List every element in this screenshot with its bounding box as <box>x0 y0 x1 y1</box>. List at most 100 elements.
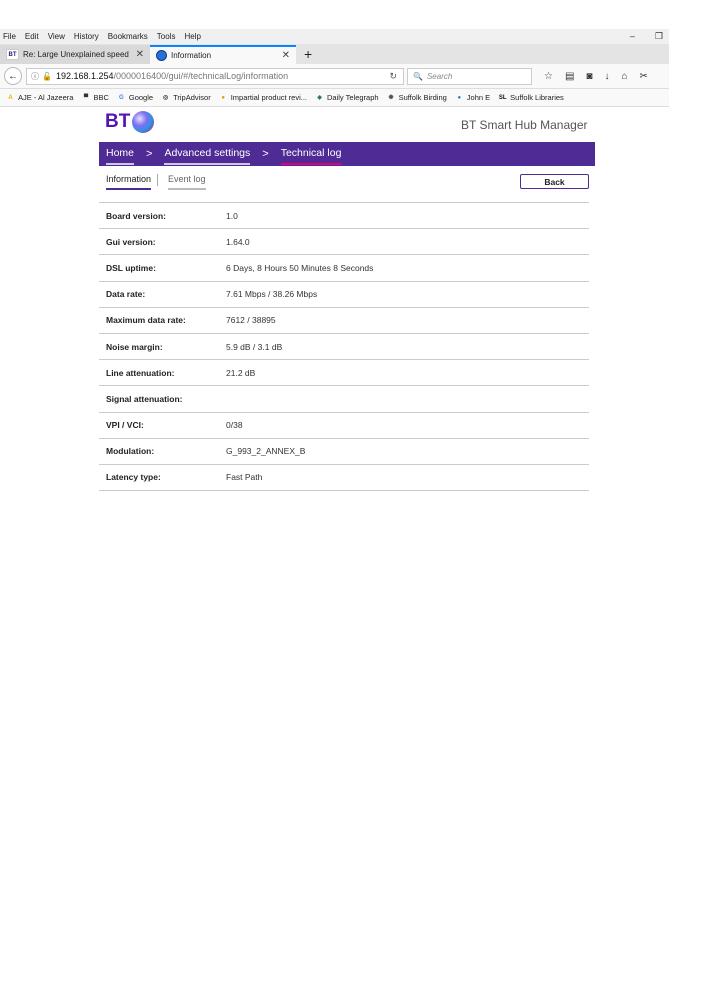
bookmark-label: Impartial product revi... <box>230 93 307 102</box>
bookmark-item[interactable]: ● Impartial product revi... <box>219 93 307 102</box>
row-value: Fast Path <box>226 472 263 483</box>
back-button[interactable]: Back <box>520 174 589 189</box>
row-label: Data rate: <box>106 289 146 300</box>
table-row: Signal attenuation: <box>99 386 589 413</box>
insecure-lock-icon[interactable]: 🔓 <box>42 72 52 81</box>
bookmark-favicon-icon: G <box>119 94 124 101</box>
row-value: 21.2 dB <box>226 367 256 378</box>
home-icon[interactable]: ⌂ <box>621 71 627 82</box>
bookmark-item[interactable]: ✺ Suffolk Birding <box>387 93 447 102</box>
library-icon[interactable]: ▤ <box>565 71 574 82</box>
bookmark-star-icon[interactable]: ☆ <box>544 71 553 82</box>
bookmarks-toolbar: A AJE - Al Jazeera ▀ BBC G Google ◎ TripAdvisor… <box>0 89 669 107</box>
menu-view[interactable]: View <box>48 32 65 41</box>
row-label: Modulation: <box>106 446 155 457</box>
bookmark-item[interactable]: ● John E <box>455 93 490 102</box>
bookmark-favicon-icon: ● <box>457 94 462 101</box>
bookmark-favicon-icon: ◈ <box>317 95 322 101</box>
row-value: 7612 / 38895 <box>226 315 276 326</box>
page-title: BT Smart Hub Manager <box>461 118 588 132</box>
row-value: 5.9 dB / 3.1 dB <box>226 341 283 352</box>
table-row: Noise margin: 5.9 dB / 3.1 dB <box>99 334 589 361</box>
row-value: 0/38 <box>226 420 243 431</box>
table-row: Latency type: Fast Path <box>99 465 589 492</box>
row-value: 1.0 <box>226 210 238 221</box>
tab-bar: BT Re: Large Unexplained speed ✕ Informa… <box>0 44 669 64</box>
bookmark-item[interactable]: ◈ Daily Telegraph <box>315 93 379 102</box>
search-input[interactable]: 🔍 Search <box>407 67 532 85</box>
menu-file[interactable]: File <box>3 32 16 41</box>
new-tab-icon[interactable]: + <box>304 46 312 62</box>
search-icon: 🔍 <box>413 71 423 81</box>
bookmark-favicon-icon: A <box>8 94 13 101</box>
row-label: DSL uptime: <box>106 262 156 273</box>
page-content: BT BT Smart Hub Manager Home > Advanced … <box>0 107 669 515</box>
chevron-right-icon: > <box>262 148 269 160</box>
browser-window: File Edit View History Bookmarks Tools H… <box>0 29 669 515</box>
row-value: 1.64.0 <box>226 236 250 247</box>
bookmark-favicon-icon: SL <box>498 94 507 101</box>
nav-toolbar: ← ⓘ 🔓 192.168.1.254 /0000016400/gui/#/te… <box>0 64 669 89</box>
table-row: Data rate: 7.61 Mbps / 38.26 Mbps <box>99 282 589 308</box>
bookmark-item[interactable]: A AJE - Al Jazeera <box>6 93 73 102</box>
row-value: G_993_2_ANNEX_B <box>226 446 306 457</box>
row-value: 6 Days, 8 Hours 50 Minutes 8 Seconds <box>226 262 374 273</box>
minimize-button[interactable]: – <box>630 31 635 42</box>
breadcrumb-advanced-settings[interactable]: Advanced settings <box>164 147 251 165</box>
window-controls: – ❐ <box>630 31 663 42</box>
row-label: Board version: <box>106 210 166 221</box>
screenshot-icon[interactable]: ✂ <box>640 71 648 82</box>
tab-information[interactable]: Information ✕ <box>150 45 296 64</box>
close-icon[interactable]: ✕ <box>136 49 144 60</box>
table-row: Line attenuation: 21.2 dB <box>99 360 589 387</box>
breadcrumb-technical-log[interactable]: Technical log <box>280 147 342 165</box>
globe-favicon-icon <box>156 50 167 61</box>
row-label: Maximum data rate: <box>106 315 186 326</box>
url-host: 192.168.1.254 <box>55 71 114 81</box>
close-icon[interactable]: ✕ <box>282 50 290 61</box>
tab-information[interactable]: Information <box>106 174 152 190</box>
tab-forum[interactable]: BT Re: Large Unexplained speed ✕ <box>0 45 150 64</box>
tab-title: Re: Large Unexplained speed <box>23 50 129 59</box>
row-label: Line attenuation: <box>106 367 175 378</box>
menu-bookmarks[interactable]: Bookmarks <box>108 32 148 41</box>
toolbar-icons: ☆ ▤ ◙ ↓ ⌂ ✂ <box>544 71 648 82</box>
bookmark-label: BBC <box>93 93 109 102</box>
menu-edit[interactable]: Edit <box>25 32 39 41</box>
tab-divider <box>157 174 159 186</box>
breadcrumb-home[interactable]: Home <box>106 147 135 165</box>
bookmark-item[interactable]: ◎ TripAdvisor <box>161 93 211 102</box>
bt-logo[interactable]: BT <box>105 111 155 133</box>
breadcrumb: Home > Advanced settings > Technical log <box>99 142 595 166</box>
bookmark-favicon-icon: ✺ <box>388 95 394 101</box>
menu-tools[interactable]: Tools <box>157 32 176 41</box>
bookmark-favicon-icon: ● <box>221 94 226 101</box>
pocket-icon[interactable]: ◙ <box>586 71 592 82</box>
bookmark-item[interactable]: ▀ BBC <box>81 93 109 102</box>
download-icon[interactable]: ↓ <box>604 71 609 82</box>
back-arrow-icon[interactable]: ← <box>4 67 22 85</box>
bookmark-item[interactable]: SL Suffolk Libraries <box>498 93 564 102</box>
menu-help[interactable]: Help <box>184 32 200 41</box>
menu-history[interactable]: History <box>74 32 99 41</box>
table-row: Modulation: G_993_2_ANNEX_B <box>99 439 589 465</box>
row-label: Latency type: <box>106 472 161 483</box>
bt-orb-icon <box>132 111 155 133</box>
bookmark-item[interactable]: G Google <box>117 93 153 102</box>
bookmark-favicon-icon: ▀ <box>83 94 89 101</box>
table-row: DSL uptime: 6 Days, 8 Hours 50 Minutes 8 … <box>99 255 589 282</box>
url-path: /0000016400/gui/#/technicalLog/informati… <box>113 71 289 81</box>
row-label: Signal attenuation: <box>106 393 183 404</box>
bookmark-favicon-icon: ◎ <box>162 95 169 101</box>
restore-button[interactable]: ❐ <box>655 31 663 42</box>
tab-title: Information <box>171 51 212 60</box>
bookmark-label: Suffolk Birding <box>398 93 447 102</box>
bookmark-label: Daily Telegraph <box>327 93 379 102</box>
url-bar[interactable]: ⓘ 🔓 192.168.1.254 /0000016400/gui/#/tech… <box>26 67 404 85</box>
reload-icon[interactable]: ↻ <box>389 71 397 82</box>
info-icon[interactable]: ⓘ <box>31 71 39 82</box>
tab-event-log[interactable]: Event log <box>168 174 206 190</box>
table-row: Board version: 1.0 <box>99 203 589 230</box>
bt-favicon-icon: BT <box>6 49 19 60</box>
row-label: Noise margin: <box>106 341 163 352</box>
